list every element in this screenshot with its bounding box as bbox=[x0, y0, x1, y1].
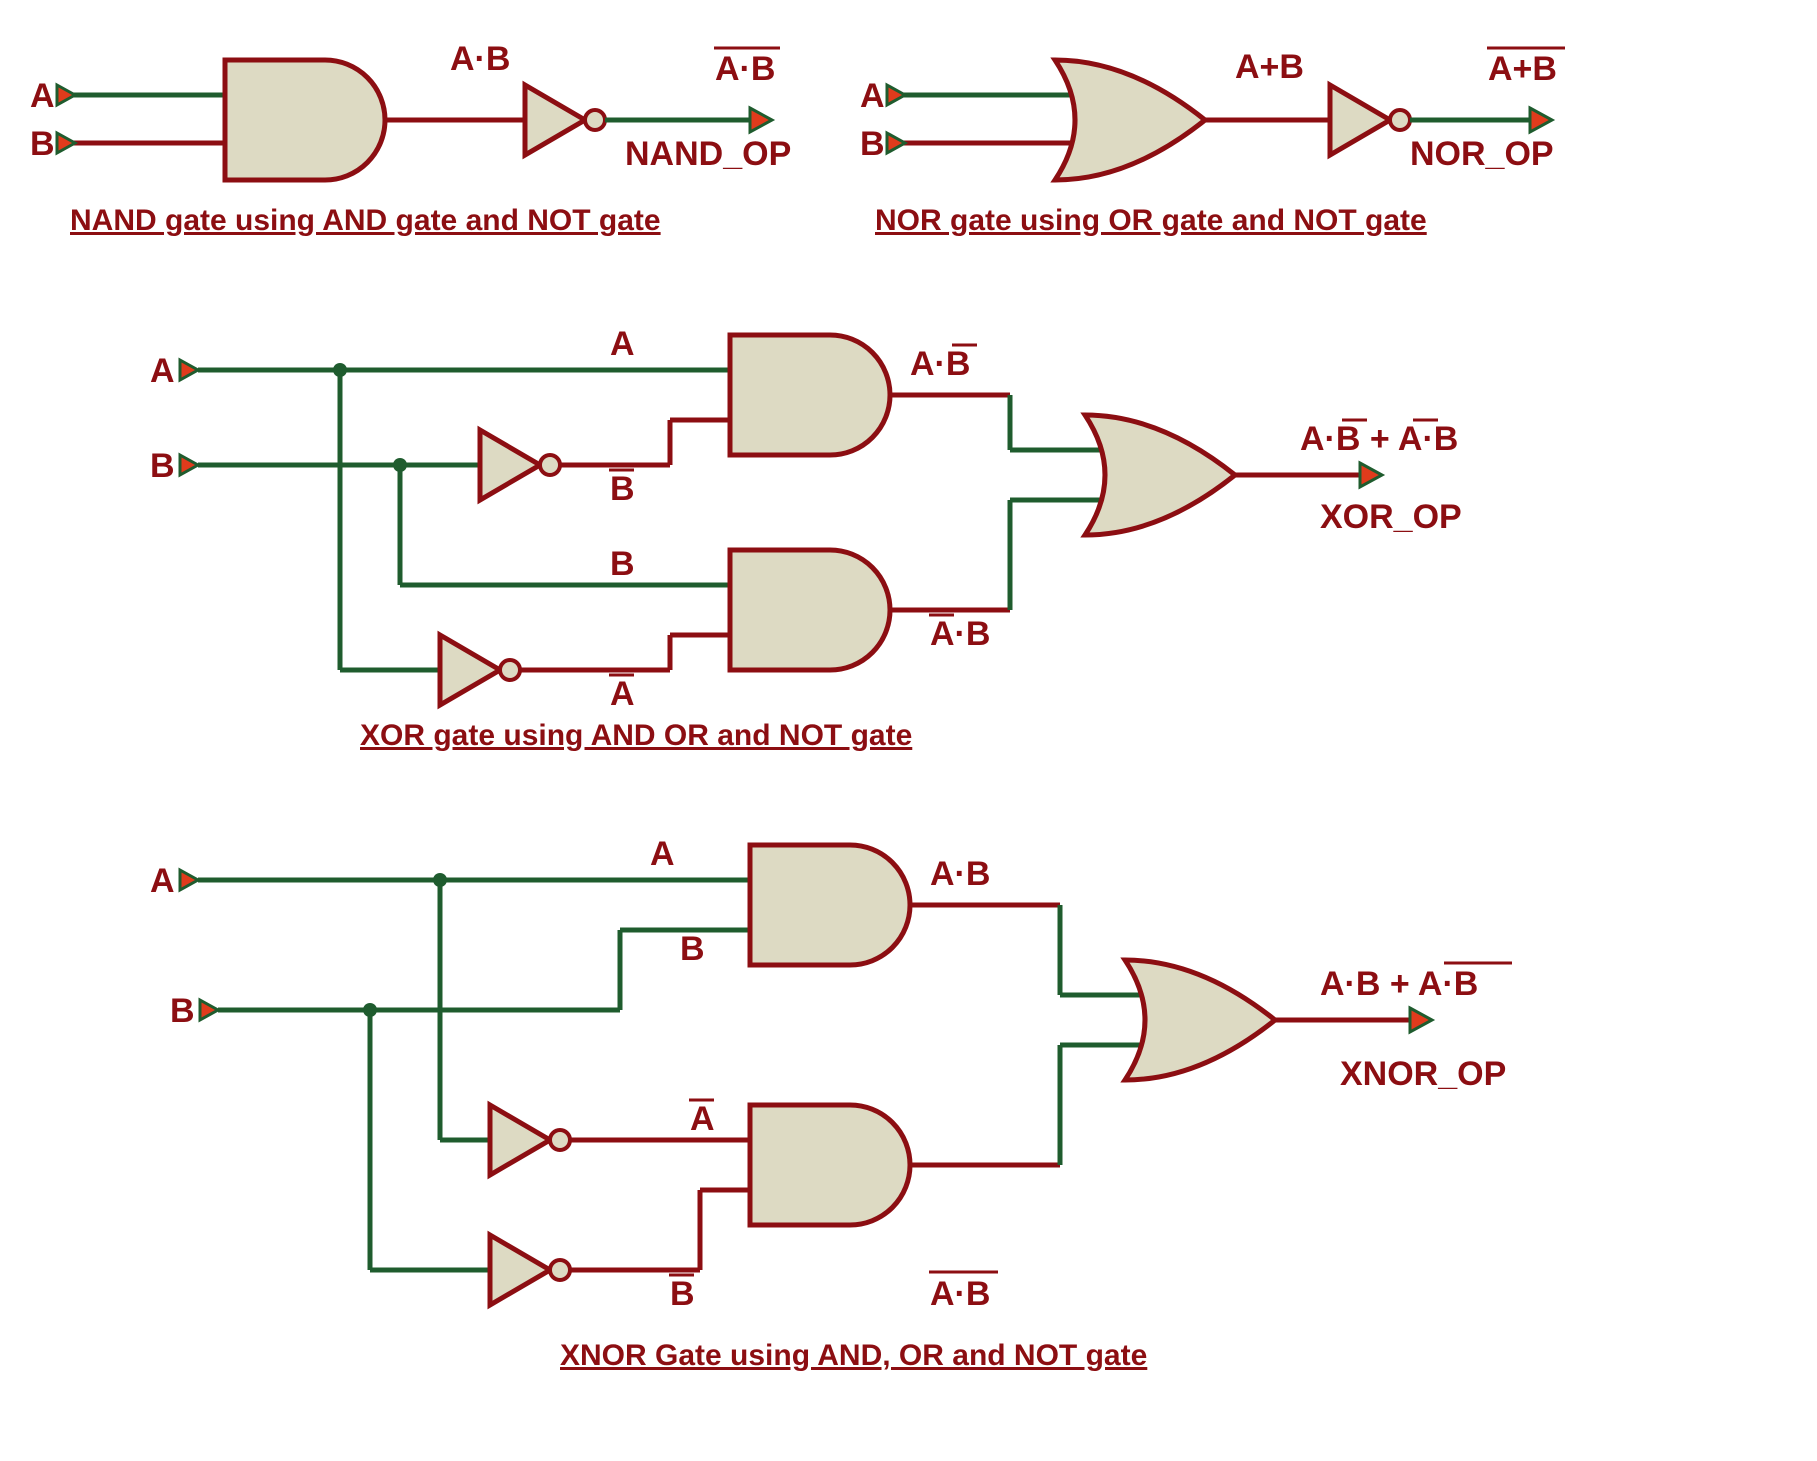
label-a: A bbox=[150, 862, 175, 900]
or-gate-icon bbox=[1125, 960, 1275, 1080]
not-gate-icon bbox=[490, 1235, 570, 1305]
caption-nand: NAND gate using AND gate and NOT gate bbox=[70, 204, 661, 237]
or-gate-icon bbox=[1085, 415, 1235, 535]
label-a: A bbox=[30, 77, 55, 115]
label-outname: XOR_OP bbox=[1320, 498, 1462, 536]
label-outname: NAND_OP bbox=[625, 135, 791, 173]
label-wire-a: A bbox=[650, 835, 675, 873]
label-and2: A·B bbox=[930, 1275, 990, 1313]
nor-circuit: A B A+B A+B NOR_OP NOR gate using OR gat… bbox=[860, 48, 1565, 237]
and-gate-icon bbox=[750, 1105, 910, 1225]
label-and1: A·B bbox=[930, 855, 990, 893]
terminal-icon bbox=[180, 455, 198, 475]
terminal-icon bbox=[750, 108, 772, 132]
diagram-canvas: A B A·B A·B NAND_OP NAND gate using AND … bbox=[0, 0, 1817, 1461]
label-b: B bbox=[170, 992, 195, 1030]
and-gate-icon bbox=[750, 845, 910, 965]
label-and1: A·B bbox=[910, 345, 970, 383]
and-gate-icon bbox=[730, 335, 890, 455]
label-out-expr: A·B + A·B bbox=[1320, 965, 1478, 1003]
not-gate-icon bbox=[490, 1105, 570, 1175]
not-gate-icon bbox=[440, 635, 520, 705]
label-wire-a: A bbox=[610, 325, 635, 363]
label-nota: A bbox=[690, 1100, 715, 1138]
and-gate-icon bbox=[730, 550, 890, 670]
label-out-expr: A·B + A·B bbox=[1300, 420, 1458, 458]
not-gate-icon bbox=[1330, 85, 1410, 155]
terminal-icon bbox=[57, 85, 75, 105]
nand-circuit: A B A·B A·B NAND_OP NAND gate using AND … bbox=[30, 40, 791, 237]
terminal-icon bbox=[180, 870, 198, 890]
label-b: B bbox=[30, 125, 55, 163]
terminal-icon bbox=[887, 85, 905, 105]
terminal-icon bbox=[1530, 108, 1552, 132]
label-wire-b: B bbox=[610, 545, 635, 583]
caption-xor: XOR gate using AND OR and NOT gate bbox=[360, 719, 912, 752]
or-gate-icon bbox=[1055, 60, 1205, 180]
label-notb: B bbox=[670, 1275, 695, 1313]
caption-nor: NOR gate using OR gate and NOT gate bbox=[875, 204, 1427, 237]
terminal-icon bbox=[57, 133, 75, 153]
label-outname: XNOR_OP bbox=[1340, 1055, 1506, 1093]
label-and2: A·B bbox=[930, 615, 990, 653]
label-b: B bbox=[150, 447, 175, 485]
label-nota: A bbox=[610, 675, 635, 713]
not-gate-icon bbox=[525, 85, 605, 155]
label-wire-b: B bbox=[680, 930, 705, 968]
terminal-icon bbox=[887, 133, 905, 153]
terminal-icon bbox=[1410, 1008, 1432, 1032]
xnor-circuit: A A B B A·B A B A·B A·B bbox=[150, 835, 1512, 1372]
label-a: A bbox=[150, 352, 175, 390]
label-notb: B bbox=[610, 470, 635, 508]
label-mid: A·B bbox=[450, 40, 510, 78]
label-outname: NOR_OP bbox=[1410, 135, 1554, 173]
xor-circuit: A A B B A·B B A A·B bbox=[150, 325, 1462, 752]
terminal-icon bbox=[200, 1000, 218, 1020]
label-out: A·B bbox=[715, 50, 775, 88]
label-b: B bbox=[860, 125, 885, 163]
label-out: A+B bbox=[1488, 50, 1557, 88]
terminal-icon bbox=[1360, 463, 1382, 487]
label-a: A bbox=[860, 77, 885, 115]
terminal-icon bbox=[180, 360, 198, 380]
caption-xnor: XNOR Gate using AND, OR and NOT gate bbox=[560, 1339, 1147, 1372]
and-gate-icon bbox=[225, 60, 385, 180]
not-gate-icon bbox=[480, 430, 560, 500]
label-mid: A+B bbox=[1235, 48, 1304, 86]
